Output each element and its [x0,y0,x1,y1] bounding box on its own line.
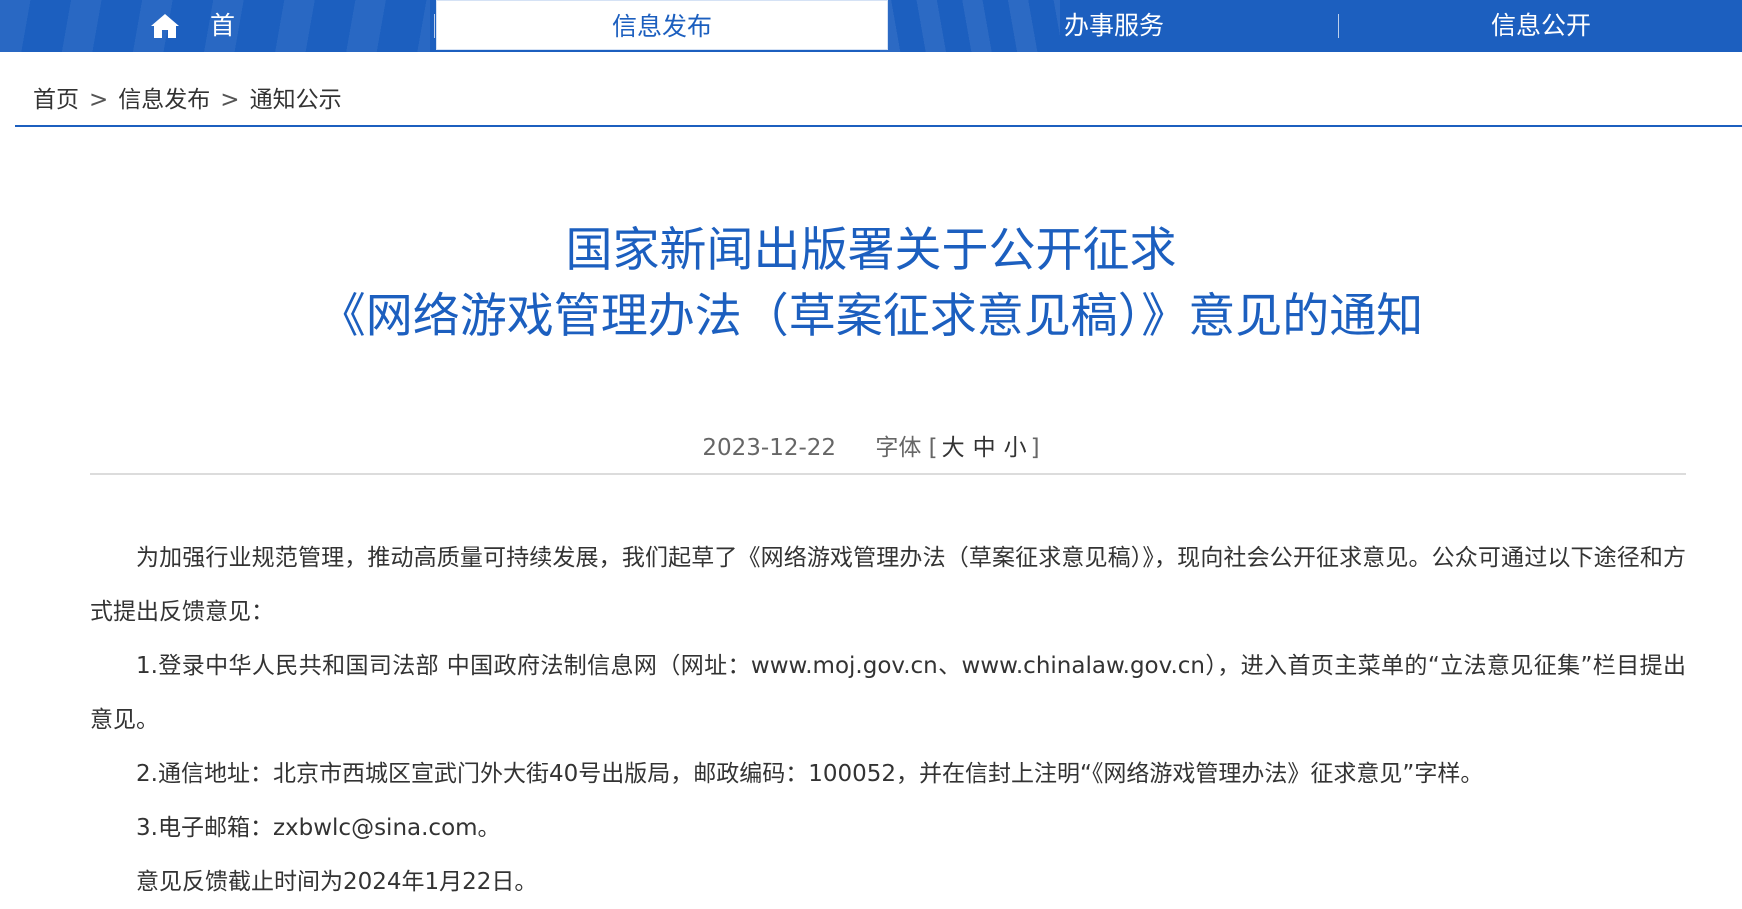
nav-divider [434,14,435,38]
article-paragraph: 1.登录中华人民共和国司法部 中国政府法制信息网（网址：www.moj.gov.… [90,653,1686,733]
article-title-line2: 《网络游戏管理办法（草案征求意见稿）》意见的通知 [318,289,1424,344]
breadcrumb-info-publish[interactable]: 信息发布 [118,87,210,113]
font-size-small-button[interactable]: 小 [1004,435,1027,461]
article-paragraph: 2.通信地址：北京市西城区宣武门外大街40号出版局，邮政编码：100052，并在… [136,761,1484,787]
nav-tab-info-publish[interactable]: 信息发布 [436,0,888,50]
article-meta: 2023-12-22 字体 [大中小] [0,428,1742,462]
article-paragraph: 3.电子邮箱：zxbwlc@sina.com。 [136,815,501,841]
breadcrumb-separator: > [220,87,240,113]
article-title: 国家新闻出版署关于公开征求 《网络游戏管理办法（草案征求意见稿）》意见的通知 [0,218,1742,350]
font-size-bracket-close: ] [1030,435,1040,461]
font-size-bracket-open: [ [928,435,938,461]
nav-tab-services[interactable]: 办事服务 [888,0,1340,52]
publish-date: 2023-12-22 [702,435,837,461]
meta-divider [90,473,1686,475]
breadcrumb-home[interactable]: 首页 [33,87,79,113]
breadcrumb-notices[interactable]: 通知公示 [250,87,342,113]
article-paragraph: 为加强行业规范管理，推动高质量可持续发展，我们起草了《网络游戏管理办法（草案征求… [90,545,1686,625]
article-body: 为加强行业规范管理，推动高质量可持续发展，我们起草了《网络游戏管理办法（草案征求… [90,531,1686,909]
article-paragraph: 意见反馈截止时间为2024年1月22日。 [136,869,538,895]
breadcrumb-divider [15,125,1742,127]
font-size-medium-button[interactable]: 中 [973,435,996,461]
nav-tab-info-open[interactable]: 信息公开 [1340,0,1742,52]
article-title-line1: 国家新闻出版署关于公开征求 [565,223,1177,278]
breadcrumb-separator: > [89,87,109,113]
nav-home-label: 首 页 [210,11,242,40]
nav-divider [1338,14,1339,38]
top-navigation-bar: 首 页 信息发布 办事服务 信息公开 [0,0,1742,52]
font-size-label: 字体 [875,435,922,461]
breadcrumb: 首页 > 信息发布 > 通知公示 [33,80,342,114]
nav-home[interactable]: 首 页 [150,0,285,52]
font-size-large-button[interactable]: 大 [942,435,965,461]
home-icon [151,14,179,38]
